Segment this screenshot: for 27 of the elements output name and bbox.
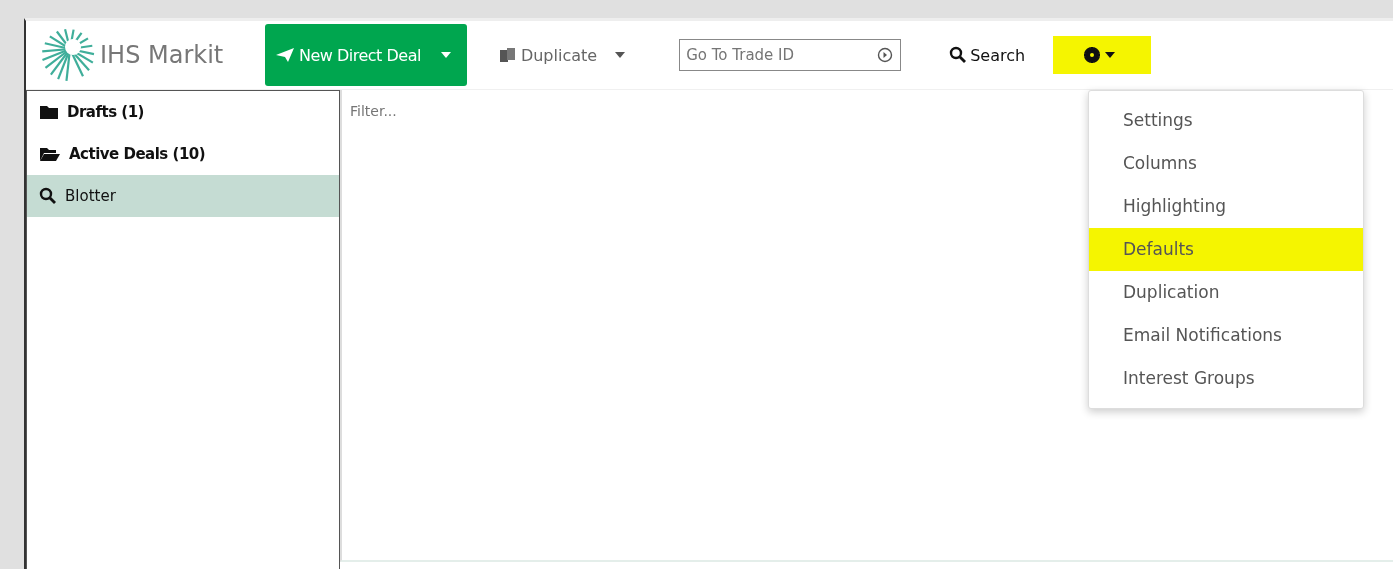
settings-button[interactable] <box>1053 36 1152 74</box>
search-icon <box>949 46 968 64</box>
settings-icon <box>1083 46 1102 64</box>
search-icon <box>39 187 57 205</box>
go-icon[interactable] <box>877 47 894 63</box>
folder-icon <box>39 104 59 120</box>
sidebar-item[interactable]: Active Deals (10) <box>27 133 339 175</box>
caret-icon <box>1105 52 1116 58</box>
menu-item[interactable]: Email Notifications <box>1089 314 1363 357</box>
copy-icon <box>498 47 517 63</box>
logo-icon <box>40 27 96 83</box>
sidebar-item[interactable]: Blotter <box>27 175 339 217</box>
menu-item[interactable]: Settings <box>1089 99 1363 142</box>
paper-plane-icon <box>275 47 295 63</box>
trade-id-field[interactable]: Go To Trade ID <box>679 39 902 71</box>
menu-item[interactable]: Defaults <box>1089 228 1363 271</box>
search-button[interactable]: Search <box>943 44 1032 66</box>
caret-icon <box>615 52 626 58</box>
menu-item[interactable]: Interest Groups <box>1089 357 1363 400</box>
logo-text: IHS Markit <box>100 41 224 69</box>
duplicate-button[interactable]: Duplicate <box>492 44 632 66</box>
menu-item[interactable]: Highlighting <box>1089 185 1363 228</box>
open-folder-icon <box>39 146 61 162</box>
menu-item[interactable]: Duplication <box>1089 271 1363 314</box>
sidebar-item[interactable]: Drafts (1) <box>27 91 339 133</box>
caret-icon <box>440 52 451 58</box>
menu-item[interactable]: Columns <box>1089 142 1363 185</box>
